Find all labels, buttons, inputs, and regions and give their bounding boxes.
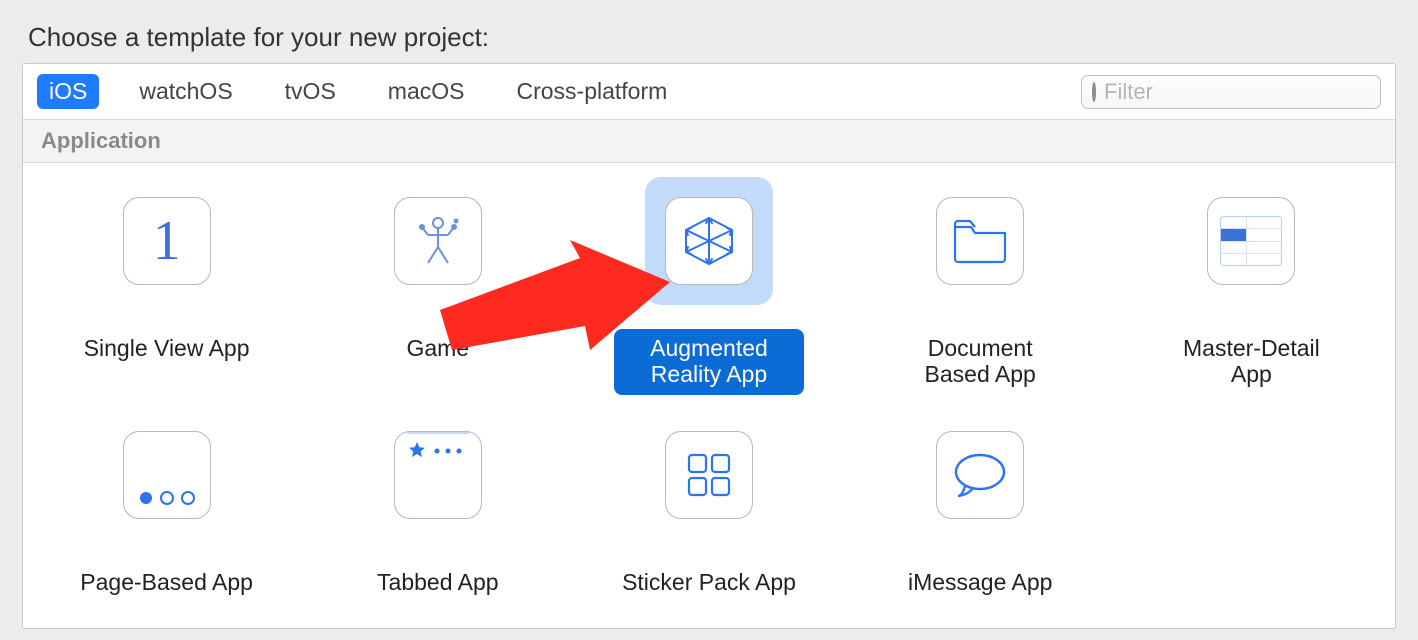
template-grid: 1 Single View App: [23, 163, 1395, 628]
tab-watchos[interactable]: watchOS: [127, 74, 244, 109]
tab-macos[interactable]: macOS: [376, 74, 477, 109]
single-view-icon: 1: [123, 197, 211, 285]
template-imessage-app[interactable]: iMessage App: [845, 405, 1116, 602]
template-tabbed-app[interactable]: Tabbed App: [302, 405, 573, 602]
toolbar: iOS watchOS tvOS macOS Cross-platform: [23, 64, 1395, 120]
iconwell: [103, 411, 231, 539]
tab-tvos[interactable]: tvOS: [273, 74, 348, 109]
iconwell: 1: [103, 177, 231, 305]
template-label: Tabbed App: [369, 563, 507, 602]
template-document-based-app[interactable]: Document Based App: [845, 171, 1116, 395]
template-augmented-reality-app[interactable]: Augmented Reality App: [573, 171, 844, 395]
filter-icon: [1092, 82, 1096, 102]
platform-tabs: iOS watchOS tvOS macOS Cross-platform: [37, 74, 679, 109]
game-icon: [394, 197, 482, 285]
tabbed-icon: [394, 431, 482, 519]
template-label: Document Based App: [885, 329, 1075, 395]
template-label: Augmented Reality App: [614, 329, 804, 395]
template-panel: iOS watchOS tvOS macOS Cross-platform Ap…: [22, 63, 1396, 629]
folder-icon: [936, 197, 1024, 285]
iconwell: [645, 177, 773, 305]
page-based-icon: [123, 431, 211, 519]
iconwell: [374, 177, 502, 305]
template-sticker-pack-app[interactable]: Sticker Pack App: [573, 405, 844, 602]
template-label: Game: [398, 329, 477, 368]
master-detail-icon: [1207, 197, 1295, 285]
template-page-based-app[interactable]: Page-Based App: [31, 405, 302, 602]
template-label: Single View App: [76, 329, 258, 368]
iconwell: [1187, 177, 1315, 305]
page-title: Choose a template for your new project:: [0, 0, 1418, 63]
template-game[interactable]: Game: [302, 171, 573, 395]
template-label: iMessage App: [900, 563, 1060, 602]
template-label: Master-Detail App: [1156, 329, 1346, 395]
tab-ios[interactable]: iOS: [37, 74, 99, 109]
template-master-detail-app[interactable]: Master-Detail App: [1116, 171, 1387, 395]
sticker-pack-icon: [665, 431, 753, 519]
iconwell: [374, 411, 502, 539]
template-label: Page-Based App: [72, 563, 261, 602]
filter-input[interactable]: [1104, 79, 1392, 105]
template-label: Sticker Pack App: [614, 563, 804, 602]
ar-icon: [665, 197, 753, 285]
imessage-icon: [936, 431, 1024, 519]
iconwell: [916, 177, 1044, 305]
filter-field[interactable]: [1081, 75, 1381, 109]
iconwell: [916, 411, 1044, 539]
section-header-application: Application: [23, 120, 1395, 163]
template-single-view-app[interactable]: 1 Single View App: [31, 171, 302, 395]
iconwell: [645, 411, 773, 539]
tab-cross-platform[interactable]: Cross-platform: [504, 74, 679, 109]
